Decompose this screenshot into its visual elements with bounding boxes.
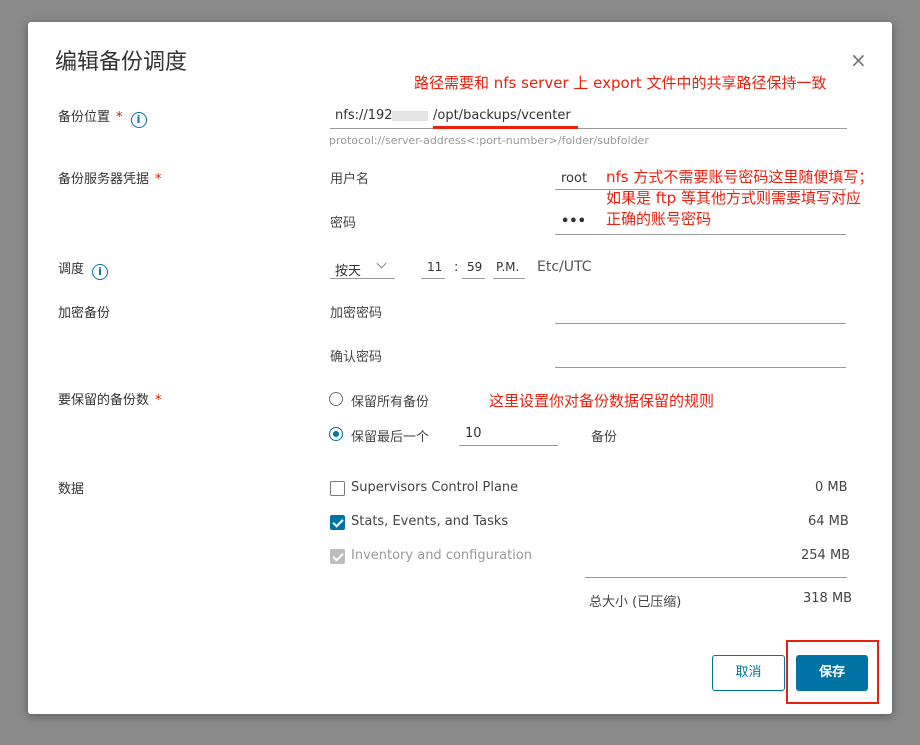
time-separator: : (454, 260, 459, 275)
data-item-size: 64 MB (808, 514, 849, 529)
password-label: 密码 (330, 216, 357, 231)
schedule-label: 调度 i (58, 258, 109, 280)
total-size-value: 318 MB (803, 591, 853, 606)
inventory-config-checkbox (330, 549, 345, 564)
keep-all-radio[interactable] (329, 392, 343, 406)
stats-events-tasks-checkbox[interactable] (330, 515, 345, 530)
data-item-label: Stats, Events, and Tasks (351, 514, 509, 529)
retention-annotation: 这里设置你对备份数据保留的规则 (489, 392, 715, 410)
keep-last-radio[interactable] (329, 427, 343, 441)
keep-all-label: 保留所有备份 (351, 395, 430, 410)
backup-location-input[interactable]: nfs://192 /opt/backups/vcenter (330, 106, 847, 129)
chevron-down-icon (376, 258, 387, 269)
username-label: 用户名 (330, 172, 370, 187)
info-icon[interactable]: i (130, 112, 147, 128)
location-suffix: /opt/backups/vcenter (433, 108, 571, 123)
required-marker: * (116, 110, 123, 125)
credentials-label: 备份服务器凭据 * (58, 172, 162, 187)
cancel-button[interactable]: 取消 (712, 655, 785, 691)
location-format-hint: protocol://server-address<:port-number>/… (329, 134, 649, 147)
supervisors-checkbox[interactable] (330, 481, 345, 496)
data-item-size: 0 MB (815, 480, 848, 495)
keep-last-count-input[interactable]: 10 (459, 422, 558, 446)
redacted-ip (392, 111, 428, 121)
timezone-label: Etc/UTC (537, 259, 592, 275)
keep-last-label: 保留最后一个 (351, 430, 430, 445)
total-divider (585, 577, 847, 578)
path-annotation: 路径需要和 nfs server 上 export 文件中的共享路径保持一致 (414, 74, 827, 92)
data-item-size: 254 MB (801, 548, 851, 563)
data-label: 数据 (58, 482, 85, 497)
confirm-password-input[interactable] (555, 344, 846, 368)
path-highlight-underline (433, 126, 578, 129)
close-icon[interactable]: × (850, 50, 867, 70)
encryption-label: 加密备份 (58, 306, 111, 321)
backup-location-label: 备份位置 * i (58, 106, 147, 128)
edit-backup-schedule-dialog: 编辑备份调度 × 路径需要和 nfs server 上 export 文件中的共… (28, 22, 892, 714)
encryption-password-input[interactable] (555, 300, 846, 324)
data-item-label: Supervisors Control Plane (351, 480, 519, 495)
data-item-label: Inventory and configuration (351, 548, 533, 563)
total-size-label: 总大小 (已压缩) (589, 595, 682, 610)
dialog-title: 编辑备份调度 (55, 50, 188, 75)
ampm-select[interactable]: P.M. (493, 256, 525, 279)
backup-unit-label: 备份 (591, 430, 618, 445)
encryption-password-label: 加密密码 (330, 306, 383, 321)
confirm-password-label: 确认密码 (330, 350, 383, 365)
password-input[interactable]: ••• (555, 210, 846, 235)
location-prefix: nfs://192 (335, 108, 393, 123)
retention-label: 要保留的备份数 * (58, 393, 162, 408)
frequency-select[interactable]: 按天 (330, 256, 395, 279)
minute-input[interactable]: 59 (462, 256, 485, 279)
hour-input[interactable]: 11 (421, 256, 445, 279)
save-highlight-box (786, 640, 879, 704)
info-icon[interactable]: i (92, 264, 109, 280)
